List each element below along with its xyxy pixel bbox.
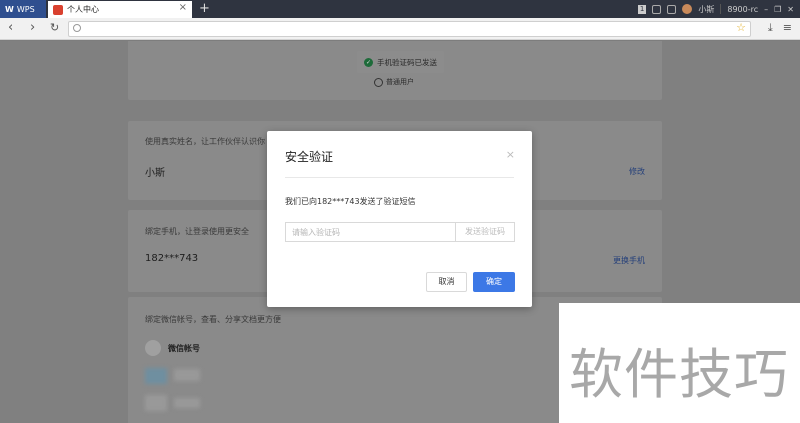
menu-icon[interactable]: ≡ — [783, 21, 792, 35]
user-type-label: 普通用户 — [386, 78, 414, 86]
settings-icon[interactable] — [652, 4, 662, 14]
toast-text: 手机验证码已发送 — [377, 57, 437, 67]
watermark-text: 软件技巧 — [569, 343, 789, 406]
tab-personal-center[interactable]: 个人中心 × — [48, 1, 192, 18]
divider — [720, 4, 722, 14]
cancel-button[interactable]: 取消 — [426, 272, 467, 292]
user-type-badge: 普通用户 — [374, 77, 414, 87]
wechat-card-label: 绑定微信帐号，查看、分享文档更方便 — [145, 315, 281, 324]
tab-close-icon[interactable]: × — [179, 2, 187, 13]
back-button[interactable]: ‹ — [8, 20, 13, 36]
download-icon[interactable]: ⤓ — [768, 21, 773, 35]
wps-app-icon — [53, 4, 63, 15]
check-circle-icon: ✓ — [364, 57, 373, 67]
new-tab-button[interactable]: + — [199, 0, 210, 17]
restore-icon[interactable]: ❐ — [774, 5, 781, 14]
name-value: 小斯 — [145, 168, 165, 179]
blurred-avatar — [145, 395, 167, 411]
name-card-label: 使用真实姓名，让工作伙伴认识你 — [145, 137, 265, 146]
edit-name-link[interactable]: 修改 — [629, 166, 645, 177]
reload-button[interactable]: ↻ — [50, 20, 59, 36]
bookmark-star-icon[interactable]: ☆ — [736, 21, 746, 34]
forward-button[interactable]: › — [30, 20, 35, 36]
tabbar-right-tools: 1 小斯 8900-rc – ❐ ✕ — [637, 0, 800, 18]
wps-logo-icon: W — [5, 4, 14, 14]
user-extra: 8900-rc — [727, 4, 759, 14]
change-phone-link[interactable]: 更换手机 — [613, 255, 645, 266]
close-icon[interactable]: × — [506, 148, 515, 161]
tab-wps[interactable]: W WPS — [0, 0, 46, 18]
watermark: 软件技巧 — [559, 303, 800, 423]
window-count-badge[interactable]: 1 — [637, 4, 647, 14]
phone-value: 182***743 — [145, 253, 199, 264]
wechat-icon — [145, 340, 161, 356]
blurred-text — [174, 398, 200, 408]
search-icon — [73, 24, 81, 32]
user-name[interactable]: 小斯 — [698, 4, 714, 15]
blurred-avatar — [145, 368, 167, 384]
confirm-button[interactable]: 确定 — [473, 272, 515, 292]
url-input[interactable]: ☆ — [68, 21, 751, 37]
toast-notification: ✓ 手机验证码已发送 — [357, 51, 444, 73]
wechat-account-label: 微信帐号 — [168, 344, 200, 353]
user-avatar[interactable] — [682, 4, 693, 14]
blurred-text — [174, 369, 200, 381]
divider — [285, 177, 514, 178]
close-window-icon[interactable]: ✕ — [787, 5, 794, 14]
security-verification-dialog: 安全验证 × 我们已向182***743发送了验证短信 发送验证码 取消 确定 — [267, 131, 532, 307]
dialog-message: 我们已向182***743发送了验证短信 — [285, 197, 416, 206]
browser-tab-strip: W WPS 个人中心 × + 1 小斯 8900-rc – ❐ ✕ — [0, 0, 800, 18]
dialog-title: 安全验证 — [285, 150, 334, 164]
send-code-button[interactable]: 发送验证码 — [455, 222, 515, 242]
user-icon — [374, 77, 383, 87]
phone-card-label: 绑定手机，让登录使用更安全 — [145, 227, 249, 236]
minimize-icon[interactable]: – — [764, 5, 768, 14]
tab-wps-label: WPS — [16, 4, 35, 14]
address-bar: ‹ › ↻ ☆ ⤓ ≡ — [0, 18, 800, 40]
tab-personal-center-label: 个人中心 — [67, 5, 99, 14]
shield-icon[interactable] — [667, 4, 677, 14]
verification-code-input[interactable] — [285, 222, 455, 242]
